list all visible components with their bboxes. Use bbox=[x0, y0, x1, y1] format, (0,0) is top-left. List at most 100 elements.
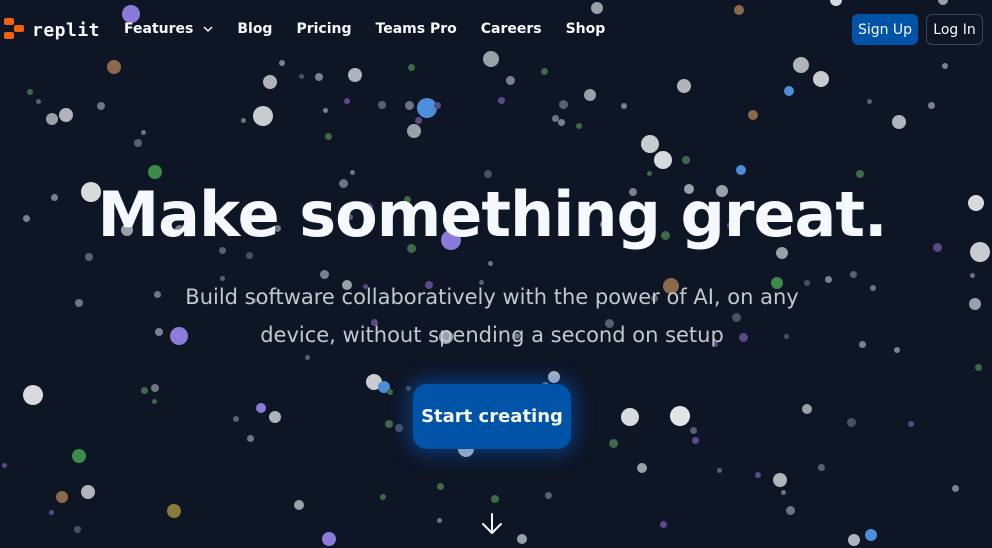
confetti-speck bbox=[74, 526, 81, 533]
confetti-speck bbox=[847, 418, 856, 427]
nav-item-label: Pricing bbox=[296, 21, 352, 37]
confetti-speck bbox=[141, 130, 146, 135]
confetti-speck bbox=[350, 170, 355, 175]
confetti-dot bbox=[263, 75, 277, 89]
replit-logo[interactable]: replit bbox=[4, 18, 100, 42]
nav-item-label: Features bbox=[124, 21, 194, 37]
nav-item-label: Blog bbox=[237, 21, 273, 37]
confetti-speck bbox=[867, 99, 872, 104]
confetti-dot bbox=[407, 124, 421, 138]
confetti-dot bbox=[107, 60, 121, 74]
confetti-speck bbox=[576, 123, 582, 129]
confetti-speck bbox=[970, 273, 975, 278]
sign-up-button[interactable]: Sign Up bbox=[852, 14, 918, 45]
confetti-speck bbox=[559, 100, 568, 109]
confetti-speck bbox=[647, 171, 652, 176]
confetti-speck bbox=[952, 485, 959, 492]
confetti-speck bbox=[299, 74, 304, 79]
confetti-speck bbox=[434, 102, 441, 109]
confetti-speck bbox=[387, 389, 393, 395]
nav-item-careers[interactable]: Careers bbox=[481, 21, 542, 37]
confetti-speck bbox=[856, 170, 864, 178]
nav-item-label: Careers bbox=[480, 21, 542, 37]
confetti-dot bbox=[848, 534, 860, 546]
confetti-dot bbox=[72, 449, 86, 463]
nav-item-features[interactable]: Features bbox=[124, 21, 213, 37]
nav-item-label: Shop bbox=[565, 21, 606, 37]
confetti-speck bbox=[323, 108, 328, 113]
confetti-dot bbox=[517, 534, 527, 544]
confetti-dot bbox=[322, 532, 336, 546]
confetti-dot bbox=[773, 473, 787, 487]
hero-title: Make something great. bbox=[97, 178, 887, 251]
confetti-speck bbox=[380, 494, 386, 500]
confetti-speck bbox=[406, 386, 411, 391]
nav-item-blog[interactable]: Blog bbox=[237, 21, 272, 37]
confetti-dot bbox=[59, 108, 73, 122]
confetti-speck bbox=[488, 261, 493, 266]
confetti-speck bbox=[27, 89, 33, 95]
confetti-speck bbox=[2, 463, 7, 468]
confetti-speck bbox=[870, 285, 876, 291]
confetti-speck bbox=[690, 427, 697, 434]
confetti-speck bbox=[558, 119, 565, 126]
confetti-speck bbox=[415, 117, 422, 124]
confetti-speck bbox=[325, 133, 332, 140]
confetti-speck bbox=[717, 468, 722, 473]
confetti-speck bbox=[660, 521, 667, 528]
hero-subtitle: Build software collaboratively with the … bbox=[185, 285, 799, 347]
confetti-dot bbox=[641, 135, 659, 153]
replit-logo-icon bbox=[4, 18, 26, 42]
confetti-speck bbox=[378, 101, 386, 109]
confetti-dot bbox=[269, 411, 281, 423]
confetti-speck bbox=[134, 139, 142, 147]
confetti-speck bbox=[247, 435, 254, 442]
confetti-dot bbox=[670, 406, 690, 426]
confetti-speck bbox=[437, 518, 442, 523]
nav-item-shop[interactable]: Shop bbox=[566, 21, 606, 37]
brand-name: replit bbox=[32, 19, 101, 41]
confetti-dot bbox=[654, 151, 672, 169]
confetti-dot bbox=[865, 529, 877, 541]
confetti-speck bbox=[151, 384, 159, 392]
confetti-dot bbox=[46, 113, 58, 125]
confetti-dot bbox=[253, 106, 273, 126]
confetti-speck bbox=[241, 118, 246, 123]
confetti-speck bbox=[506, 76, 515, 85]
nav-item-label: Teams Pro bbox=[375, 21, 457, 37]
confetti-speck bbox=[305, 355, 310, 360]
confetti-dot bbox=[802, 404, 812, 414]
confetti-speck bbox=[908, 421, 914, 427]
log-in-button[interactable]: Log In bbox=[926, 14, 983, 45]
confetti-speck bbox=[491, 495, 499, 503]
confetti-dot bbox=[677, 79, 691, 93]
chevron-down-icon bbox=[203, 26, 213, 33]
confetti-speck bbox=[975, 364, 982, 371]
top-nav: replit Features Blog Pricing Teams Pro C… bbox=[0, 0, 992, 62]
nav-item-pricing[interactable]: Pricing bbox=[296, 21, 351, 37]
confetti-speck bbox=[484, 170, 492, 178]
confetti-speck bbox=[141, 387, 148, 394]
confetti-speck bbox=[859, 341, 866, 348]
confetti-speck bbox=[437, 483, 444, 490]
confetti-speck bbox=[692, 437, 699, 444]
confetti-speck bbox=[928, 102, 935, 109]
confetti-dot bbox=[892, 115, 906, 129]
confetti-speck bbox=[152, 399, 157, 404]
confetti-speck bbox=[395, 424, 403, 432]
confetti-dot bbox=[784, 86, 794, 96]
confetti-dot bbox=[584, 89, 596, 101]
confetti-dot bbox=[748, 110, 758, 120]
nav-item-teams-pro[interactable]: Teams Pro bbox=[376, 21, 457, 37]
confetti-speck bbox=[781, 490, 786, 495]
confetti-speck bbox=[818, 464, 825, 471]
confetti-dot bbox=[417, 98, 437, 118]
arrow-down-icon[interactable] bbox=[481, 512, 503, 536]
confetti-dot bbox=[736, 165, 746, 175]
confetti-speck bbox=[405, 101, 414, 110]
start-creating-button[interactable]: Start creating bbox=[413, 384, 571, 449]
confetti-dot bbox=[81, 485, 95, 499]
confetti-speck bbox=[408, 64, 415, 71]
confetti-speck bbox=[894, 347, 900, 353]
confetti-speck bbox=[246, 252, 253, 259]
